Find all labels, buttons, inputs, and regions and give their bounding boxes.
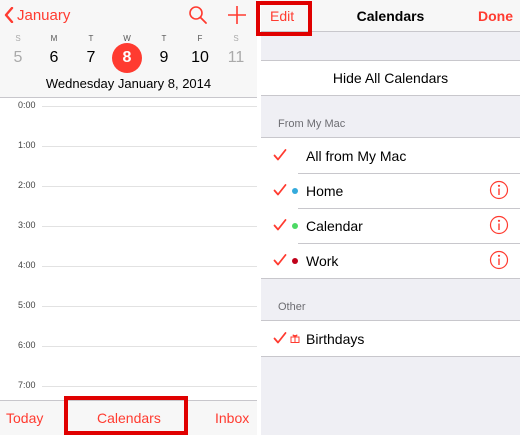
other-group: Birthdays (261, 320, 520, 357)
hour-row: 5:00 (0, 298, 257, 338)
day-number: 5 (13, 49, 23, 66)
hour-row: 3:00 (0, 218, 257, 258)
hour-label: 7:00 (18, 380, 36, 390)
hour-divider (42, 146, 257, 147)
selected-date-label: Wednesday January 8, 2014 (45, 76, 212, 91)
today-button[interactable]: Today (6, 410, 43, 426)
hour-label: 0:00 (18, 100, 36, 110)
checkmark-icon (273, 149, 287, 161)
section-header-from-my-mac: From My Mac (278, 118, 346, 130)
hour-row: 0:00 (0, 98, 257, 138)
calendar-row-work[interactable]: Work (261, 243, 520, 278)
day-letter: M (50, 34, 58, 43)
back-to-month-button[interactable]: January (4, 4, 70, 26)
day-view-pane: January S 5 M 6 T 7 W 8 T 9 F 10 S 11 We… (0, 0, 257, 435)
gift-icon (290, 334, 300, 343)
checkmark-icon (273, 332, 287, 344)
day-letter: S (15, 34, 21, 43)
day-number: 9 (159, 49, 169, 66)
hour-label: 5:00 (18, 300, 36, 310)
hour-row: 1:00 (0, 138, 257, 178)
calendar-name: Calendar (306, 218, 363, 234)
day-view-header: January S 5 M 6 T 7 W 8 T 9 F 10 S 11 We… (0, 0, 257, 98)
hour-divider (42, 226, 257, 227)
info-icon[interactable] (489, 180, 509, 200)
day-letter: F (197, 34, 203, 43)
info-icon[interactable] (489, 250, 509, 270)
hour-timeline[interactable]: 0:00 1:00 2:00 3:00 4:00 5:00 6:00 7:00 (0, 98, 257, 400)
calendar-color-dot (292, 258, 298, 264)
search-icon[interactable] (187, 4, 209, 26)
hour-divider (42, 186, 257, 187)
edit-button-highlight-box (256, 1, 312, 36)
day-wednesday-selected[interactable]: W 8 (109, 34, 145, 76)
day-letter: T (161, 34, 167, 43)
calendar-color-dot (292, 188, 298, 194)
calendars-list-pane: Calendars Edit Done Hide All Calendars F… (261, 0, 520, 435)
day-friday[interactable]: F 10 (182, 34, 218, 76)
hour-label: 6:00 (18, 340, 36, 350)
day-letter: W (123, 34, 131, 43)
day-thursday[interactable]: T 9 (146, 34, 182, 76)
checkmark-icon (273, 219, 287, 231)
calendar-row-birthdays[interactable]: Birthdays (261, 321, 520, 356)
calendars-button-highlight-box (64, 396, 188, 435)
day-tuesday[interactable]: T 7 (73, 34, 109, 76)
hide-all-calendars-button[interactable]: Hide All Calendars (261, 60, 520, 96)
hour-label: 2:00 (18, 180, 36, 190)
calendar-name: All from My Mac (306, 148, 407, 164)
calendar-color-dot (292, 223, 298, 229)
back-button-label: January (17, 6, 71, 24)
day-letter: T (88, 34, 94, 43)
checkmark-icon (273, 184, 287, 196)
hour-divider (42, 346, 257, 347)
chevron-left-icon (4, 7, 14, 23)
calendar-name: Work (306, 253, 339, 269)
hour-row: 2:00 (0, 178, 257, 218)
calendar-row-home[interactable]: Home (261, 173, 520, 208)
day-number: 11 (227, 49, 245, 66)
week-strip: S 5 M 6 T 7 W 8 T 9 F 10 S 11 (0, 34, 257, 76)
done-button[interactable]: Done (478, 8, 513, 24)
from-my-mac-group: All from My Mac Home Calendar Work (261, 137, 520, 279)
info-icon[interactable] (489, 215, 509, 235)
calendar-name: Birthdays (306, 331, 365, 347)
day-number: 7 (86, 49, 96, 66)
add-event-icon[interactable] (226, 4, 248, 26)
inbox-button[interactable]: Inbox (215, 410, 249, 426)
day-monday[interactable]: M 6 (36, 34, 72, 76)
section-header-other: Other (278, 301, 306, 313)
hour-divider (42, 266, 257, 267)
day-number: 10 (191, 49, 209, 66)
day-letter: S (233, 34, 239, 43)
hour-row: 6:00 (0, 338, 257, 378)
day-number: 6 (49, 49, 59, 66)
day-number: 8 (112, 43, 142, 73)
hour-row: 4:00 (0, 258, 257, 298)
calendar-row-calendar[interactable]: Calendar (261, 208, 520, 243)
hour-label: 3:00 (18, 220, 36, 230)
hour-divider (42, 306, 257, 307)
calendar-name: Home (306, 183, 344, 199)
day-sunday[interactable]: S 5 (0, 34, 36, 76)
hour-label: 1:00 (18, 140, 36, 150)
day-saturday[interactable]: S 11 (218, 34, 254, 76)
checkmark-icon (273, 254, 287, 266)
hour-label: 4:00 (18, 260, 36, 270)
calendar-row-all-from-my-mac[interactable]: All from My Mac (261, 138, 520, 173)
hour-divider (42, 386, 257, 387)
hour-divider (42, 106, 257, 107)
